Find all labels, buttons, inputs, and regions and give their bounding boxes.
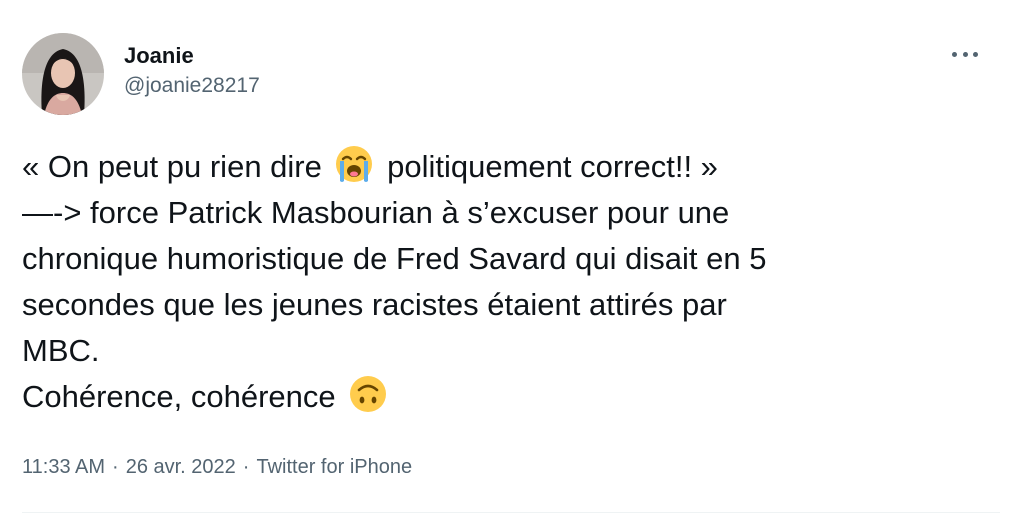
tweet-line: « On peut pu rien dire politiquement cor… (22, 144, 1002, 190)
separator: · (242, 456, 250, 478)
author-names: Joanie @joanie28217 (124, 41, 260, 101)
upside-down-face-icon (350, 376, 387, 412)
tweet-line: —-> force Patrick Masbourian à s’excuser… (22, 195, 730, 230)
tweet-card: Joanie @joanie28217 « On peut pu rien di… (0, 0, 1022, 530)
avatar[interactable] (22, 33, 104, 115)
more-dot-icon (973, 51, 978, 57)
loudly-crying-face-icon (336, 146, 373, 182)
tweet-metadata: 11:33 AM · 26 avr. 2022 · Twitter for iPhone (22, 452, 412, 482)
tweet-line: Cohérence, cohérence (22, 374, 1002, 420)
tweet-time: 11:33 AM (22, 456, 106, 478)
divider (22, 512, 1000, 513)
tweet-line: MBC. (22, 333, 100, 368)
tweet-source-link[interactable]: Twitter for iPhone (256, 456, 412, 478)
tweet-text: « On peut pu rien dire politiquement cor… (22, 144, 1002, 420)
more-options-button[interactable] (952, 46, 978, 62)
tweet-line: secondes que les jeunes racistes étaient… (22, 287, 727, 322)
more-dot-icon (952, 51, 957, 57)
more-dot-icon (962, 51, 968, 57)
avatar-image (22, 33, 104, 115)
tweet-date: 26 avr. 2022 (125, 456, 236, 478)
tweet-line: chronique humoristique de Fred Savard qu… (22, 241, 767, 276)
separator: · (112, 456, 119, 478)
tweet-timestamp[interactable]: 11:33 AM · 26 avr. 2022 (22, 456, 236, 478)
display-name[interactable]: Joanie (124, 41, 260, 71)
tweet-header: Joanie @joanie28217 (22, 33, 260, 115)
user-handle[interactable]: @joanie28217 (124, 71, 260, 101)
